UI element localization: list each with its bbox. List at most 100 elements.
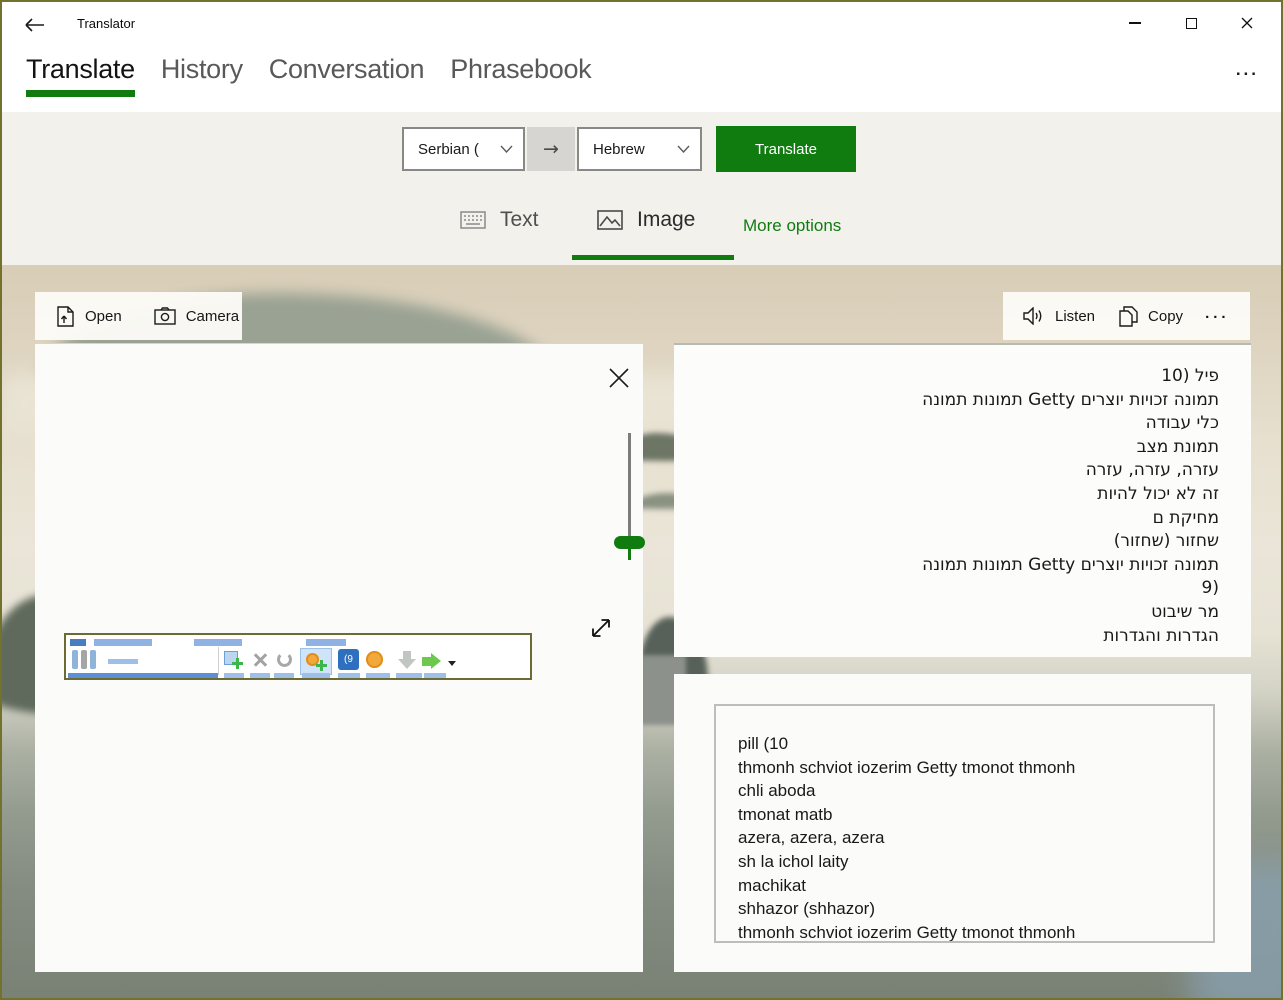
translation-line: פיל (10: [1161, 366, 1219, 386]
app-title: Translator: [77, 16, 136, 31]
nav-more-button[interactable]: ...: [1236, 60, 1259, 80]
camera-button[interactable]: Camera: [142, 292, 251, 340]
app-window: Translator Translate History Conversatio…: [0, 0, 1283, 1000]
tab-history[interactable]: History: [161, 54, 243, 93]
zoom-slider[interactable]: [582, 429, 678, 569]
back-arrow-icon: [25, 18, 44, 32]
keyboard-icon: [460, 211, 486, 229]
transliteration-line: shhazor (shhazor): [738, 899, 876, 919]
transliteration-line: sh la ichol laity: [738, 851, 849, 871]
image-preview-panel: (9: [35, 343, 645, 972]
tab-image-mode[interactable]: Image: [597, 208, 695, 246]
thumb-dropdown-caret: [448, 661, 456, 666]
translated-text: פיל (10 תמונה זכויות יוצרים Getty תמונות…: [694, 365, 1219, 648]
result-toolbar: Listen Copy ...: [1003, 292, 1250, 340]
direction-arrow-icon: →: [527, 127, 575, 171]
target-language-value: Hebrew: [593, 140, 645, 158]
source-language-select[interactable]: Serbian (: [402, 127, 525, 171]
thumb-selected-tool: [300, 648, 332, 675]
open-button[interactable]: Open: [45, 292, 134, 340]
transliteration-line: chli aboda: [738, 781, 816, 801]
tab-conversation[interactable]: Conversation: [269, 54, 425, 93]
transliteration-panel: pill (10 thmonh schviot iozerim Getty tm…: [674, 674, 1251, 972]
listen-button[interactable]: Listen: [1011, 292, 1107, 340]
back-button[interactable]: [20, 10, 50, 40]
expand-image-button[interactable]: [583, 610, 619, 646]
transliteration-line: thmonh schviot iozerim Getty tmonot thmo…: [738, 757, 1076, 777]
active-tab-underline: [26, 90, 135, 97]
thumb-label: [338, 673, 360, 678]
transliterated-text: pill (10 thmonh schviot iozerim Getty tm…: [738, 732, 1203, 942]
slider-thumb[interactable]: [614, 536, 645, 549]
close-icon: [609, 368, 629, 388]
transliteration-line: tmonat matb: [738, 804, 833, 824]
thumb-menu-item: [194, 639, 242, 646]
window-controls: [1107, 2, 1275, 44]
thumb-refresh-icon: [274, 651, 294, 669]
transliteration-box: pill (10 thmonh schviot iozerim Getty tm…: [714, 704, 1215, 943]
chevron-down-icon: [669, 145, 690, 153]
translation-line: מחיקת ם: [1152, 507, 1219, 528]
translation-line: זה לא יכול להיות: [1097, 483, 1219, 504]
thumb-gear-icon: [366, 651, 383, 668]
thumb-label: [224, 673, 244, 678]
translation-line: עזרה, עזרה, עזרה: [1085, 460, 1219, 481]
minimize-icon: [1129, 22, 1141, 24]
image-source-toolbar: Open Camera: [35, 292, 242, 340]
main-nav: Translate History Conversation Phraseboo…: [2, 48, 1281, 112]
thumb-delete-icon: [250, 651, 270, 669]
thumb-label: [108, 659, 138, 664]
result-more-button[interactable]: ...: [1195, 305, 1244, 328]
tab-translate[interactable]: Translate: [26, 54, 135, 97]
thumb-label: [250, 673, 270, 678]
language-row: Serbian ( → Hebrew Translate: [2, 126, 1281, 172]
translation-line: מר שיבוט: [1151, 601, 1219, 622]
tab-history-label: History: [160, 54, 243, 84]
transliteration-line: azera, azera, azera: [738, 828, 885, 848]
open-file-icon: [57, 305, 74, 327]
minimize-button[interactable]: [1107, 2, 1163, 44]
translate-button[interactable]: Translate: [716, 126, 856, 172]
tab-phrasebook[interactable]: Phrasebook: [450, 54, 591, 93]
speaker-icon: [1023, 307, 1042, 325]
thumb-label: [366, 673, 390, 678]
resize-diagonal-icon: [592, 619, 610, 637]
tab-image-label: Image: [637, 208, 696, 231]
thumb-download-icon: [398, 651, 416, 669]
source-language-value: Serbian (: [418, 140, 479, 158]
tab-conversation-label: Conversation: [268, 54, 425, 84]
listen-button-label: Listen: [1055, 307, 1096, 325]
maximize-button[interactable]: [1163, 2, 1219, 44]
close-icon: [1241, 17, 1253, 29]
translation-line: שחזור (שחזור): [1113, 531, 1219, 552]
slider-track[interactable]: [628, 433, 631, 543]
tab-text-mode[interactable]: Text: [460, 208, 539, 246]
thumb-menu-item: [70, 639, 86, 646]
translation-line: כלי עבודה: [1145, 413, 1219, 434]
thumb-forward-icon: [422, 653, 441, 669]
copy-button-label: Copy: [1148, 307, 1184, 325]
transliteration-line: machikat: [738, 875, 807, 895]
slider-fill: [628, 549, 631, 560]
translation-line: תמונת מצב: [1136, 436, 1219, 457]
thumb-menu-item: [306, 639, 346, 646]
camera-icon: [154, 307, 176, 325]
transliteration-line: thmonh schviot iozerim Getty tmonot thmo…: [738, 922, 1076, 942]
camera-button-label: Camera: [185, 307, 240, 325]
target-language-select[interactable]: Hebrew: [577, 127, 702, 171]
copy-button[interactable]: Copy: [1107, 292, 1195, 340]
thumb-add-icon: [224, 651, 244, 669]
translation-line: תמונה זכויות יוצרים Getty תמונות תמונה: [922, 389, 1219, 410]
open-button-label: Open: [85, 307, 122, 325]
more-options-link[interactable]: More options: [743, 216, 841, 236]
active-mode-underline: [572, 255, 734, 260]
maximize-icon: [1185, 17, 1197, 29]
close-preview-button[interactable]: [601, 360, 637, 396]
transliteration-line: pill (10: [738, 734, 789, 753]
thumb-selection-bar: [68, 673, 218, 678]
controls-band: Serbian ( → Hebrew Translate Text Image …: [2, 112, 1281, 265]
tab-translate-label: Translate: [26, 54, 135, 84]
close-button[interactable]: [1219, 2, 1275, 44]
translation-line: תמונה זכויות יוצרים Getty תמונות תמונה: [922, 554, 1219, 575]
translation-line: הגדרות והגדרות: [1103, 625, 1219, 646]
